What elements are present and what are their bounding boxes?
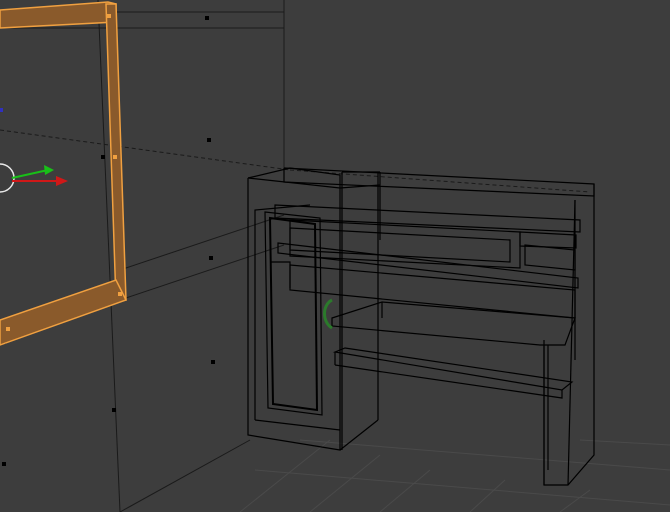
3d-viewport[interactable] (0, 0, 670, 512)
cabinet-wireframe (247, 167, 595, 486)
wireframe-scene[interactable] (0, 0, 670, 512)
handle-icon (323, 298, 333, 330)
floor-grid (239, 439, 670, 512)
window-frame-selected[interactable] (0, 1, 128, 346)
translate-manipulator-icon[interactable] (0, 108, 68, 193)
